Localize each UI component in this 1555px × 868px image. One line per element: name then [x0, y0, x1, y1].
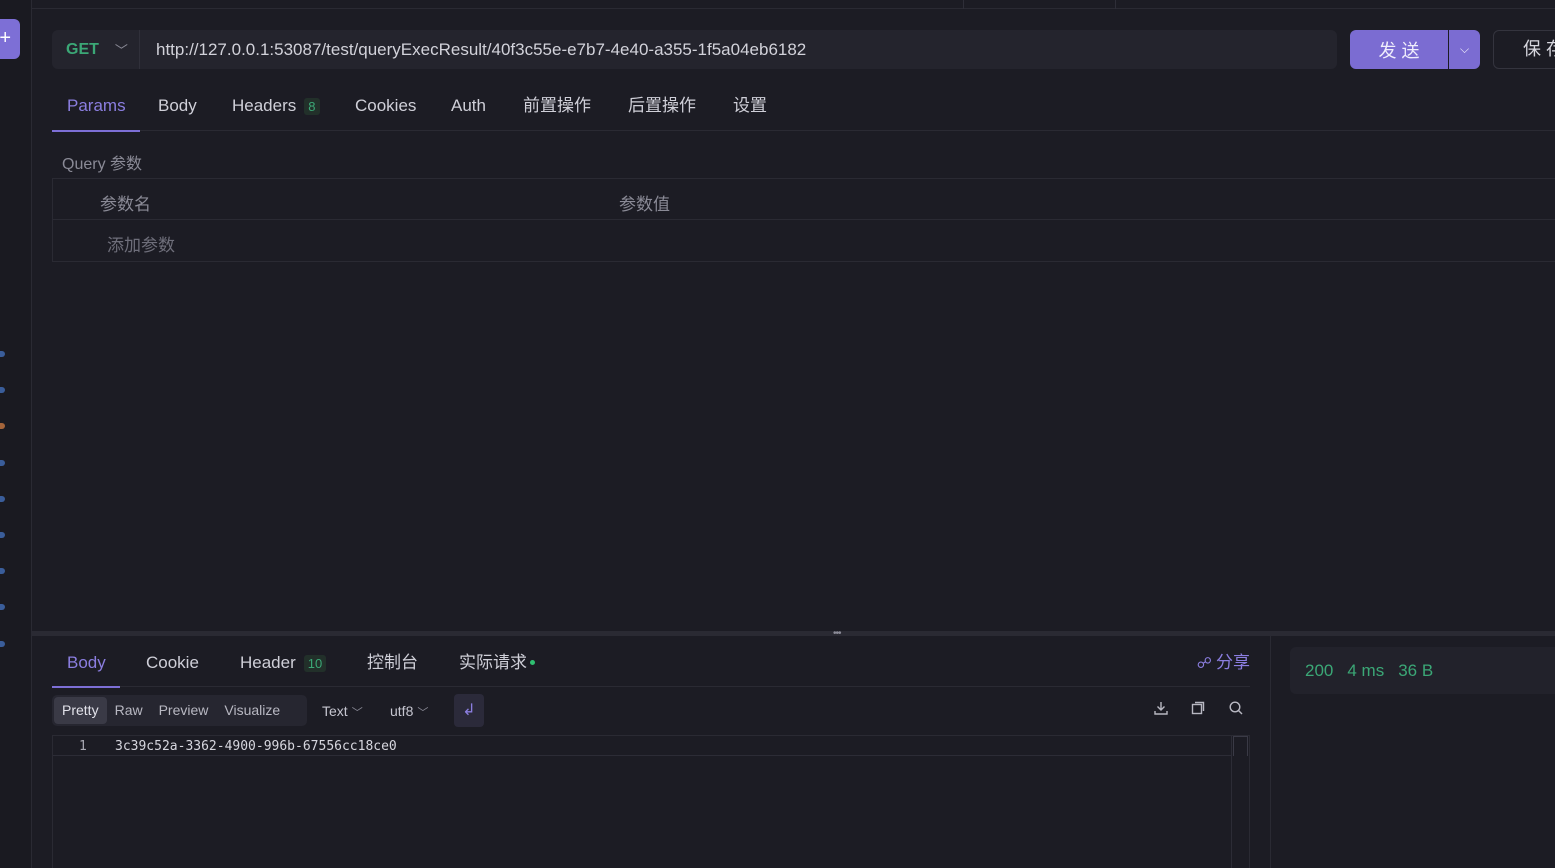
request-tabs: Params Body Headers 8 Cookies Auth 前置操作 后… — [52, 80, 1555, 132]
format-select[interactable]: Text ﹀ — [322, 703, 363, 720]
tab-settings[interactable]: 设置 — [733, 80, 767, 131]
add-param-input[interactable]: 添加参数 — [107, 231, 175, 256]
chevron-down-icon: ﹀ — [417, 707, 429, 719]
headers-count-badge: 8 — [304, 98, 320, 115]
response-status-box: 200 4 ms 36 B — [1290, 647, 1555, 694]
tree-dot[interactable] — [0, 568, 5, 574]
tab-params[interactable]: Params — [52, 80, 140, 132]
response-tabs: Body Cookie Header 10 控制台 实际请求 ☍ 分享 — [52, 638, 1250, 689]
tree-dot[interactable] — [0, 532, 5, 538]
word-wrap-button[interactable]: ↲ — [454, 694, 484, 727]
url-input[interactable]: http://127.0.0.1:53087/test/queryExecRes… — [140, 40, 806, 60]
top-tab-strip — [32, 0, 1555, 9]
response-time: 4 ms — [1347, 660, 1385, 680]
editor-scrollbar[interactable] — [1231, 736, 1249, 868]
response-content-line[interactable]: 3c39c52a-3362-4900-996b-67556cc18ce0 — [115, 739, 397, 754]
tab-actual-request[interactable]: 实际请求 — [459, 638, 535, 687]
scrollbar-thumb[interactable] — [1233, 736, 1248, 756]
tab-auth[interactable]: Auth — [451, 80, 486, 131]
view-mode-segmented: Pretty Raw Preview Visualize — [52, 695, 307, 726]
status-panel-divider — [1270, 636, 1271, 868]
column-header-name: 参数名 — [100, 195, 151, 214]
tab-response-cookie[interactable]: Cookie — [146, 638, 199, 687]
left-sidebar-strip: + — [0, 0, 32, 868]
copy-icon[interactable] — [1188, 700, 1208, 720]
line-number: 1 — [79, 739, 87, 754]
search-icon[interactable] — [1226, 700, 1246, 720]
view-visualize[interactable]: Visualize — [216, 697, 288, 724]
tab-body[interactable]: Body — [158, 80, 197, 131]
tree-dot[interactable] — [0, 641, 5, 647]
tab-post-operations[interactable]: 后置操作 — [628, 80, 696, 131]
tab-actual-request-label: 实际请求 — [459, 653, 527, 672]
tab-pre-operations[interactable]: 前置操作 — [523, 80, 591, 131]
share-label: 分享 — [1216, 653, 1250, 672]
tree-dot[interactable] — [0, 496, 5, 502]
tab-cookies[interactable]: Cookies — [355, 80, 416, 131]
tree-dot[interactable] — [0, 387, 5, 393]
chevron-down-icon: ⌵ — [1459, 42, 1470, 56]
response-editor[interactable]: 1 3c39c52a-3362-4900-996b-67556cc18ce0 — [52, 735, 1250, 868]
tab-console[interactable]: 控制台 — [367, 638, 418, 687]
word-wrap-icon: ↲ — [462, 702, 476, 719]
encoding-value: utf8 — [390, 703, 414, 719]
view-pretty[interactable]: Pretty — [54, 697, 107, 724]
download-icon[interactable] — [1151, 700, 1171, 720]
query-params-title: Query 参数 — [62, 156, 143, 173]
params-table-header: 参数名 参数值 — [53, 179, 1555, 220]
tree-dot[interactable] — [0, 604, 5, 610]
status-dot-icon — [530, 660, 535, 665]
tab-response-header[interactable]: Header 10 — [240, 638, 327, 687]
save-button[interactable]: 保 存 — [1493, 30, 1555, 69]
column-header-value: 参数值 — [619, 195, 670, 214]
tab-response-header-label: Header — [240, 653, 296, 672]
tab-headers[interactable]: Headers 8 — [232, 80, 320, 131]
tree-dot[interactable] — [0, 423, 5, 429]
method-select[interactable]: GET ﹀ — [52, 30, 140, 69]
status-code: 200 — [1305, 660, 1334, 680]
header-count-badge: 10 — [303, 655, 327, 672]
format-value: Text — [322, 703, 348, 719]
share-button[interactable]: ☍ 分享 — [1197, 638, 1250, 689]
chevron-down-icon: ﹀ — [114, 43, 128, 58]
panel-splitter[interactable]: ••• — [32, 628, 1555, 639]
response-size: 36 B — [1398, 660, 1434, 680]
tab-response-body[interactable]: Body — [52, 638, 120, 688]
params-table: 参数名 参数值 添加参数 — [52, 178, 1555, 262]
url-bar: GET ﹀ http://127.0.0.1:53087/test/queryE… — [52, 30, 1337, 69]
view-raw[interactable]: Raw — [107, 697, 151, 724]
send-button[interactable]: 发 送 — [1350, 30, 1448, 69]
tab-headers-label: Headers — [232, 96, 297, 115]
add-button[interactable]: + — [0, 19, 20, 59]
method-label: GET — [66, 40, 99, 58]
view-preview[interactable]: Preview — [151, 697, 217, 724]
encoding-select[interactable]: utf8 ﹀ — [390, 703, 428, 720]
chevron-down-icon: ﹀ — [351, 707, 363, 719]
share-icon: ☍ — [1196, 655, 1212, 672]
tree-dot[interactable] — [0, 460, 5, 466]
tree-dot[interactable] — [0, 351, 5, 357]
send-dropdown-button[interactable]: ⌵ — [1449, 30, 1480, 69]
